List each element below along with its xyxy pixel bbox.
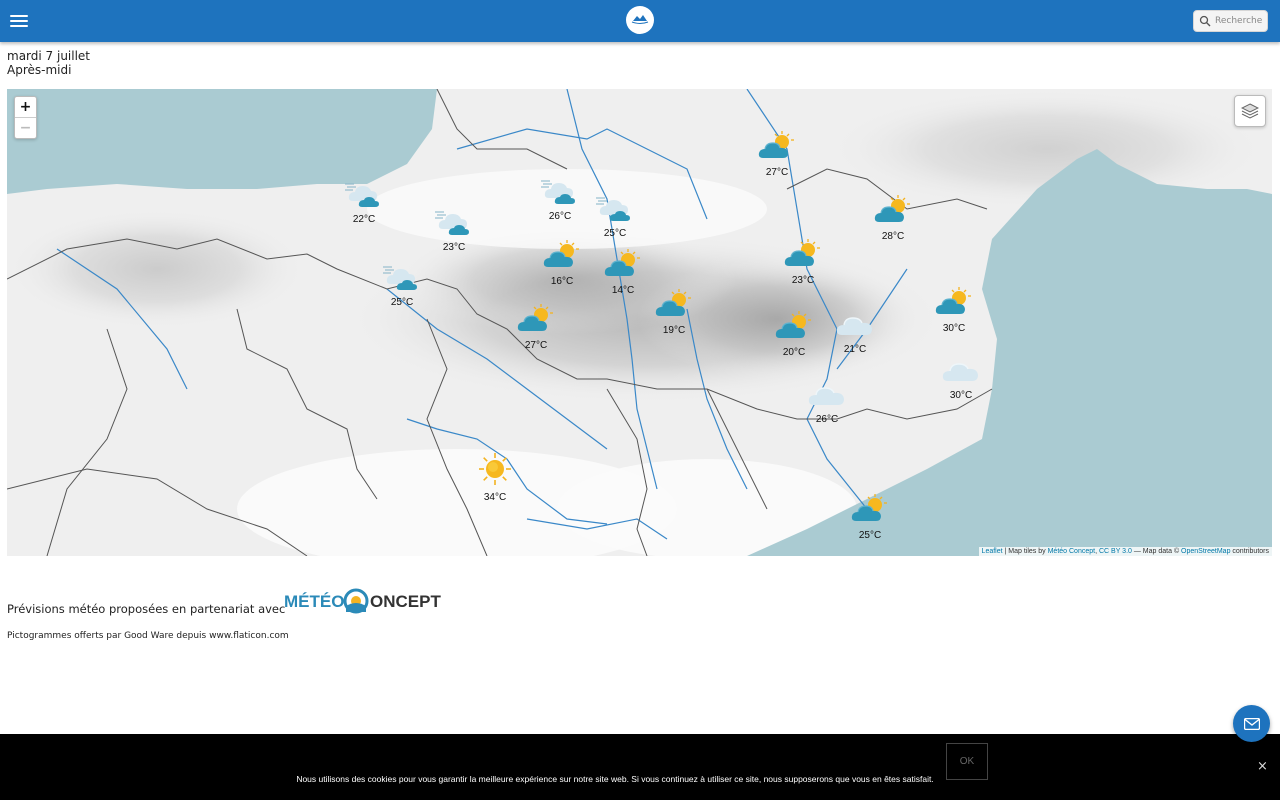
- cookie-text: Nous utilisons des cookies pour vous gar…: [296, 774, 934, 784]
- marker-temp: 25°C: [390, 297, 414, 308]
- weather-marker[interactable]: 21°C: [825, 311, 885, 355]
- weather-marker[interactable]: 27°C: [506, 303, 566, 351]
- sun-cloud-icon: [747, 130, 807, 166]
- sun-cloud-icon: [644, 288, 704, 324]
- partner-text: Prévisions météo proposées en partenaria…: [7, 602, 286, 616]
- svg-text:ONCEPT: ONCEPT: [370, 592, 441, 611]
- search-input[interactable]: [1215, 16, 1267, 26]
- logo-icon: [631, 15, 649, 24]
- marker-temp: 26°C: [815, 414, 839, 425]
- wind-cloud-icon: [424, 207, 484, 241]
- zoom-in-button[interactable]: +: [15, 97, 36, 117]
- mail-icon: [1243, 717, 1260, 730]
- sun-cloud-icon: [773, 238, 833, 274]
- marker-temp: 20°C: [782, 347, 806, 358]
- weather-map[interactable]: + − 22°C 23°C 26°C 25°C 25°C 16°C 14°C 2…: [7, 89, 1272, 556]
- osm-link[interactable]: OpenStreetMap: [1181, 548, 1230, 555]
- weather-marker[interactable]: 25°C: [585, 193, 645, 239]
- svg-text:MÉTÉO: MÉTÉO: [284, 592, 344, 611]
- cloud-icon: [825, 311, 885, 343]
- contact-button[interactable]: [1233, 705, 1270, 742]
- weather-marker[interactable]: 25°C: [372, 262, 432, 308]
- site-logo[interactable]: [626, 6, 654, 34]
- leaflet-link[interactable]: Leaflet: [982, 548, 1003, 555]
- weather-marker[interactable]: 20°C: [764, 310, 824, 358]
- meteo-concept-logo[interactable]: MÉTÉO ONCEPT: [284, 586, 444, 616]
- weather-marker[interactable]: 25°C: [840, 493, 900, 541]
- marker-temp: 25°C: [603, 228, 627, 239]
- marker-temp: 30°C: [942, 323, 966, 334]
- license-link[interactable]: CC BY 3.0: [1099, 548, 1132, 555]
- marker-temp: 30°C: [949, 390, 973, 401]
- search-box[interactable]: [1193, 10, 1268, 32]
- marker-temp: 27°C: [524, 340, 548, 351]
- forecast-date: mardi 7 juillet Après-midi: [7, 49, 90, 77]
- attrib-text: — Map data ©: [1131, 548, 1182, 555]
- wind-cloud-icon: [372, 262, 432, 296]
- marker-temp: 16°C: [550, 276, 574, 287]
- weather-marker[interactable]: 27°C: [747, 130, 807, 178]
- sun-cloud-icon: [532, 239, 592, 275]
- menu-icon[interactable]: [10, 12, 28, 30]
- marker-temp: 22°C: [352, 214, 376, 225]
- search-icon: [1199, 15, 1211, 27]
- date-day: mardi 7 juillet: [7, 49, 91, 63]
- map-tiles[interactable]: [7, 89, 1272, 556]
- marker-temp: 19°C: [662, 325, 686, 336]
- weather-marker[interactable]: 16°C: [532, 239, 592, 287]
- sun-cloud-icon: [863, 194, 923, 230]
- map-attribution: Leaflet | Map tiles by Météo Concept, CC…: [978, 547, 1272, 556]
- sun-icon: [465, 451, 525, 491]
- weather-marker[interactable]: 28°C: [863, 194, 923, 242]
- close-icon[interactable]: ×: [1257, 759, 1268, 774]
- cloud-icon: [931, 357, 991, 389]
- weather-marker[interactable]: 23°C: [424, 207, 484, 253]
- layers-button[interactable]: [1234, 95, 1266, 127]
- tiles-link[interactable]: Météo Concept: [1048, 548, 1095, 555]
- marker-temp: 21°C: [843, 344, 867, 355]
- weather-marker[interactable]: 19°C: [644, 288, 704, 336]
- marker-temp: 27°C: [765, 167, 789, 178]
- cloud-icon: [797, 381, 857, 413]
- marker-temp: 34°C: [483, 492, 507, 503]
- wind-cloud-icon: [334, 179, 394, 213]
- marker-temp: 23°C: [791, 275, 815, 286]
- marker-temp: 26°C: [548, 211, 572, 222]
- wind-cloud-icon: [530, 176, 590, 210]
- weather-marker[interactable]: 26°C: [530, 176, 590, 222]
- marker-temp: 28°C: [881, 231, 905, 242]
- sun-cloud-icon: [593, 248, 653, 284]
- weather-marker[interactable]: 23°C: [773, 238, 833, 286]
- sun-cloud-icon: [506, 303, 566, 339]
- top-bar: [0, 0, 1280, 42]
- zoom-control: + −: [14, 96, 37, 139]
- date-period: Après-midi: [7, 63, 72, 77]
- weather-marker[interactable]: 26°C: [797, 381, 857, 425]
- weather-marker[interactable]: 34°C: [465, 451, 525, 503]
- cookie-banner: Nous utilisons des cookies pour vous gar…: [0, 734, 1280, 800]
- marker-temp: 23°C: [442, 242, 466, 253]
- layers-icon: [1241, 103, 1259, 119]
- attrib-text: | Map tiles by: [1002, 548, 1048, 555]
- weather-marker[interactable]: 30°C: [931, 357, 991, 401]
- wind-cloud-icon: [585, 193, 645, 227]
- sun-cloud-icon: [840, 493, 900, 529]
- cookie-ok-button[interactable]: OK: [946, 743, 988, 780]
- weather-marker[interactable]: 30°C: [924, 286, 984, 334]
- zoom-out-button[interactable]: −: [15, 117, 36, 138]
- icon-credits: Pictogrammes offerts par Good Ware depui…: [7, 631, 289, 641]
- attrib-text: contributors: [1230, 548, 1269, 555]
- sun-cloud-icon: [764, 310, 824, 346]
- marker-temp: 25°C: [858, 530, 882, 541]
- weather-marker[interactable]: 22°C: [334, 179, 394, 225]
- sun-cloud-icon: [924, 286, 984, 322]
